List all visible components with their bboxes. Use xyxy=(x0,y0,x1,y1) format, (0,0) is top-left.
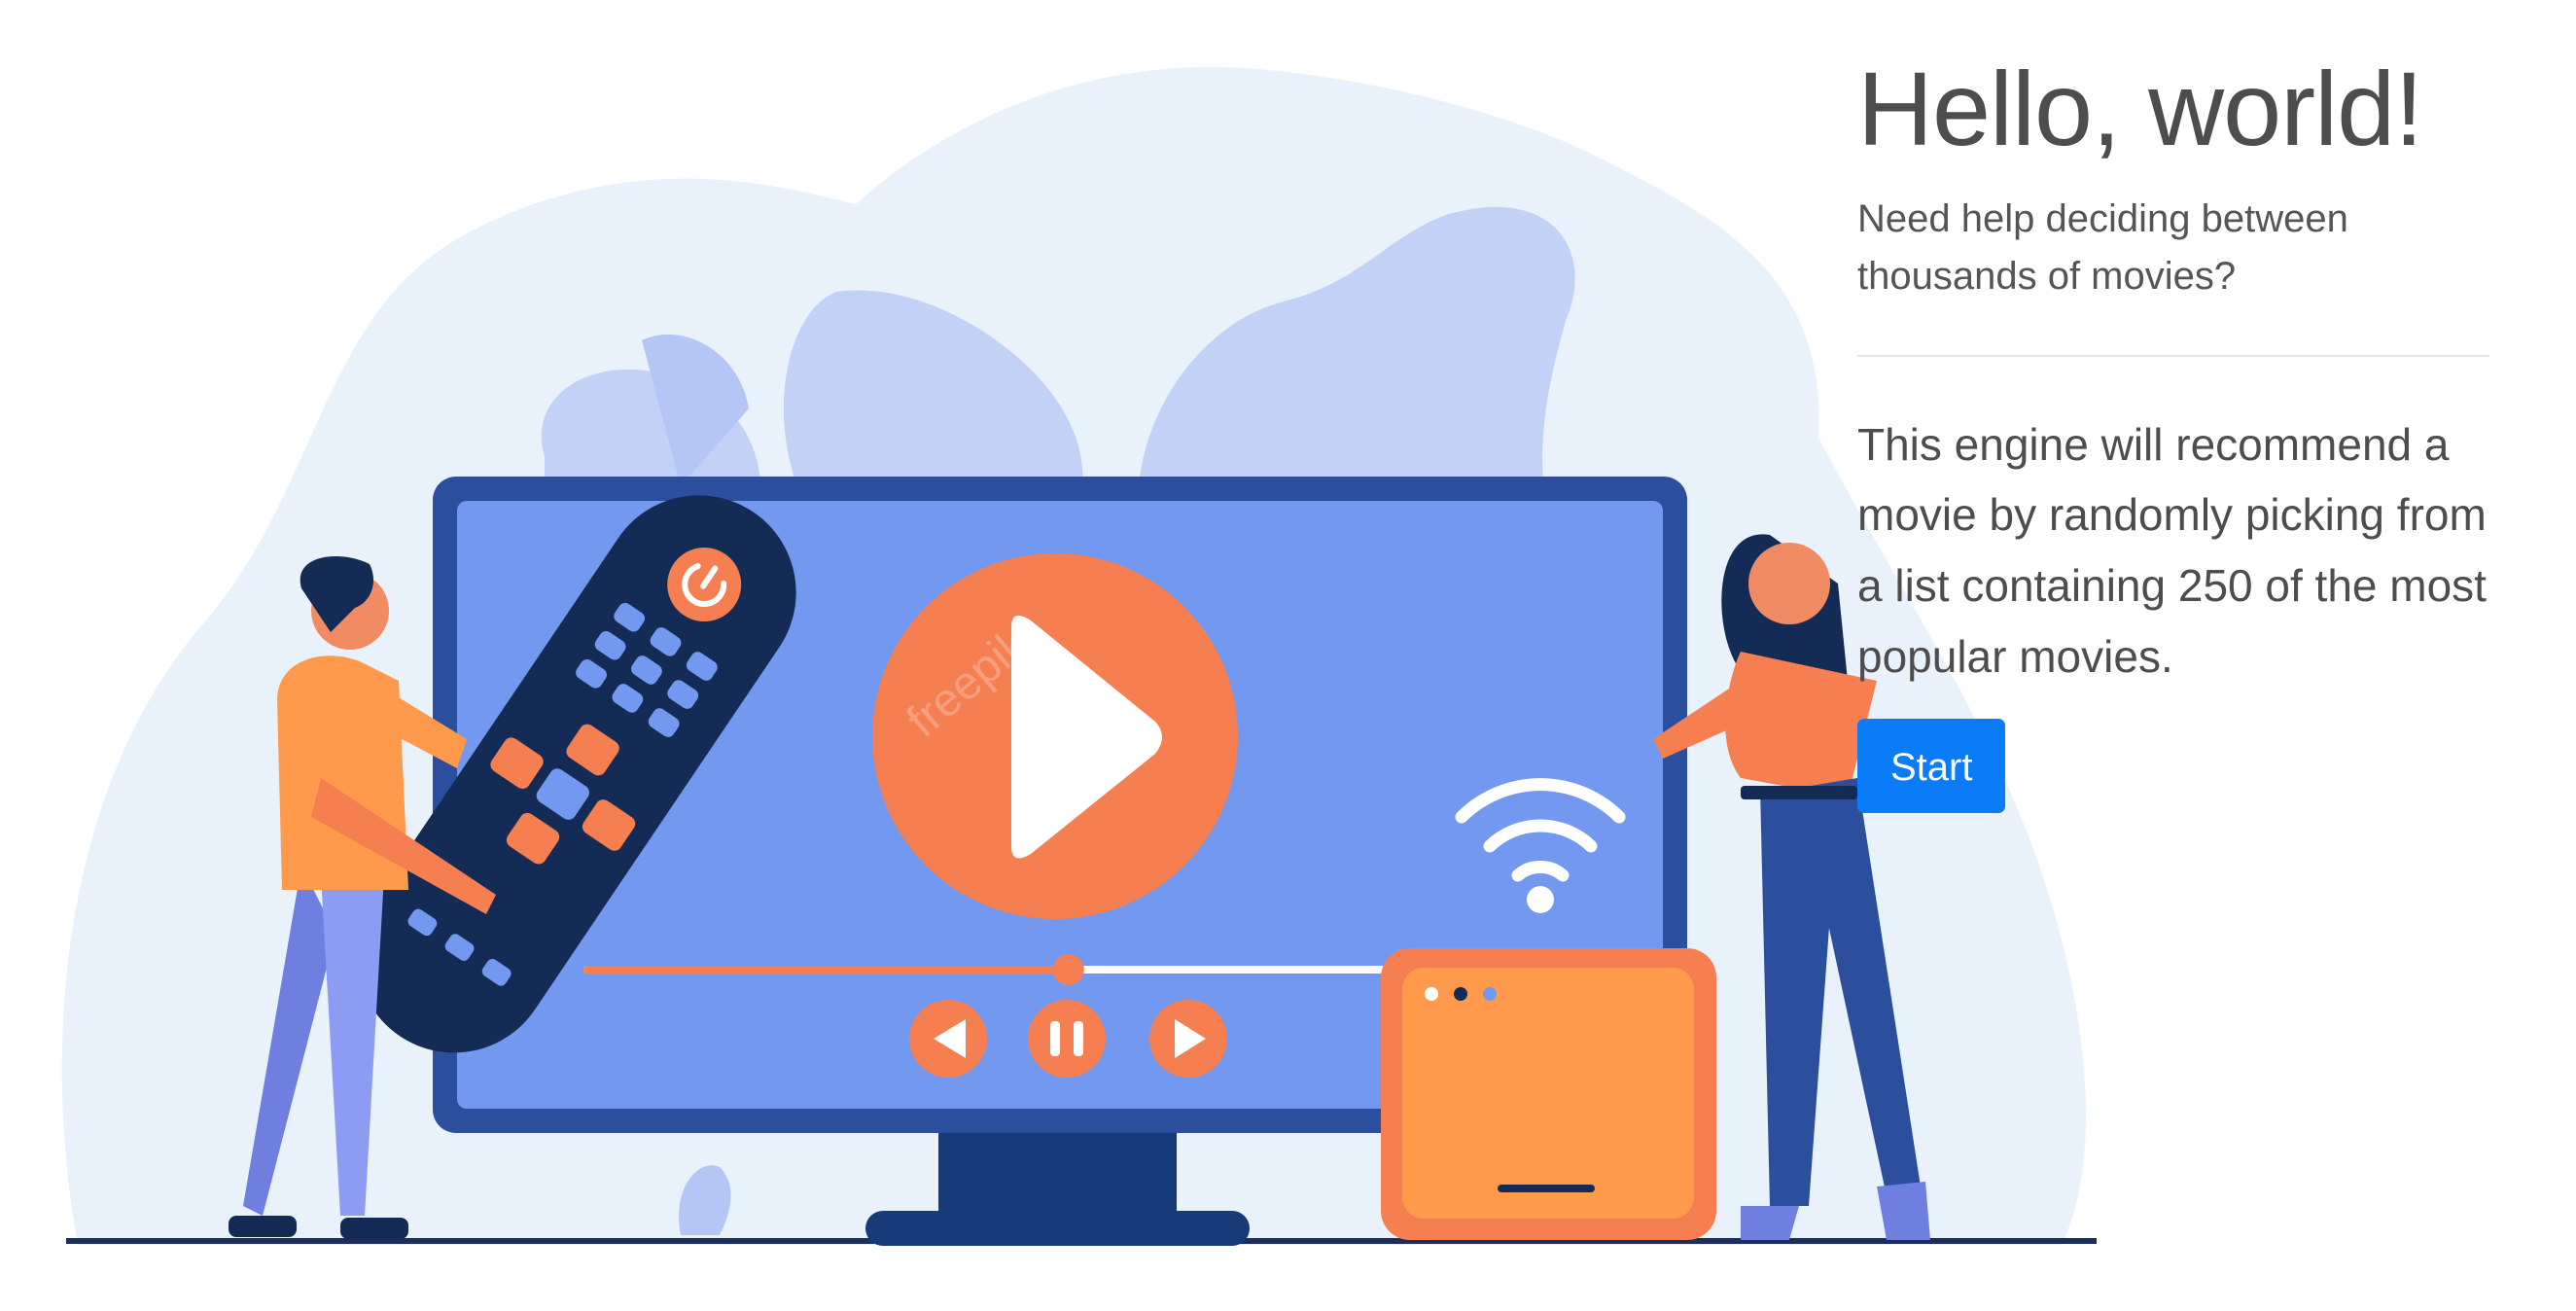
hero-lead: Need help deciding between thousands of … xyxy=(1857,197,2348,299)
progress-fill xyxy=(583,966,1069,974)
tv-stand-neck xyxy=(938,1123,1177,1221)
tv-stand-base xyxy=(865,1211,1250,1246)
progress-knob xyxy=(1052,954,1084,985)
hero-description: This engine will recommend a movie by ra… xyxy=(1857,418,2487,682)
page-title: Hello, world! xyxy=(1857,50,2423,167)
pause-button-icon xyxy=(1028,1000,1106,1078)
divider xyxy=(1857,354,2489,357)
start-button[interactable]: Start xyxy=(1857,719,2006,814)
page: freepik Hello, world! Need help deciding… xyxy=(0,0,2576,1311)
hero-text: Hello, world! Need help deciding between… xyxy=(1857,49,2489,814)
